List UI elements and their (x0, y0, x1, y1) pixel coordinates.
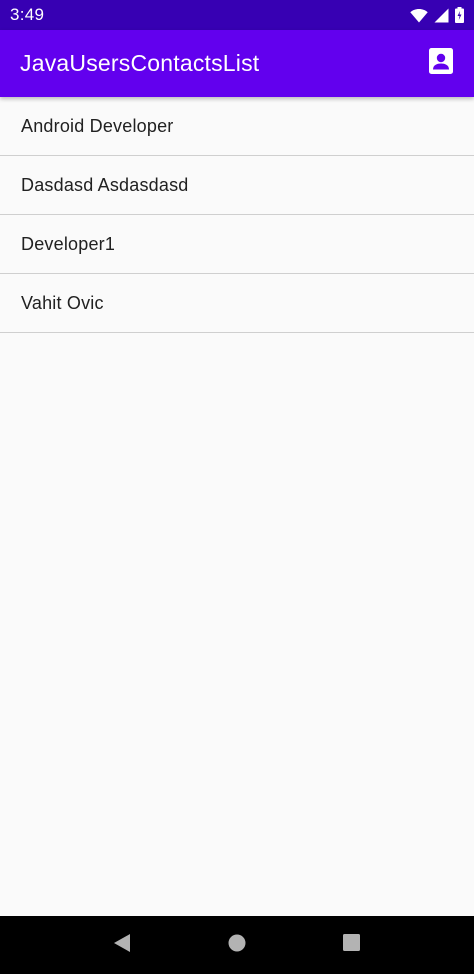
contact-name: Vahit Ovic (21, 292, 104, 313)
contact-name: Dasdasd Asdasdasd (21, 174, 189, 195)
status-time: 3:49 (10, 5, 45, 24)
contacts-button[interactable] (425, 48, 457, 80)
home-button[interactable] (213, 921, 261, 969)
battery-icon (455, 7, 464, 23)
list-item[interactable]: Android Developer (0, 97, 474, 156)
back-button[interactable] (98, 921, 146, 969)
cellular-signal-icon (434, 8, 449, 23)
contact-name: Android Developer (21, 115, 174, 136)
home-icon (228, 934, 246, 957)
wifi-icon (410, 8, 428, 23)
screen: 3:49 JavaUsersContactsList Android Devel… (0, 0, 474, 974)
recents-icon (343, 934, 361, 956)
list-item[interactable]: Developer1 (0, 215, 474, 274)
navigation-bar (0, 916, 474, 974)
status-bar: 3:49 (0, 0, 474, 30)
status-icons (410, 7, 464, 23)
app-title: JavaUsersContactsList (20, 50, 260, 76)
contact-name: Developer1 (21, 233, 116, 254)
contacts-list: Android Developer Dasdasd Asdasdasd Deve… (0, 97, 474, 333)
back-icon (113, 933, 131, 958)
app-bar: JavaUsersContactsList (0, 30, 474, 97)
recents-button[interactable] (328, 921, 376, 969)
list-item[interactable]: Vahit Ovic (0, 274, 474, 333)
list-item[interactable]: Dasdasd Asdasdasd (0, 156, 474, 215)
contacts-icon (429, 48, 453, 79)
